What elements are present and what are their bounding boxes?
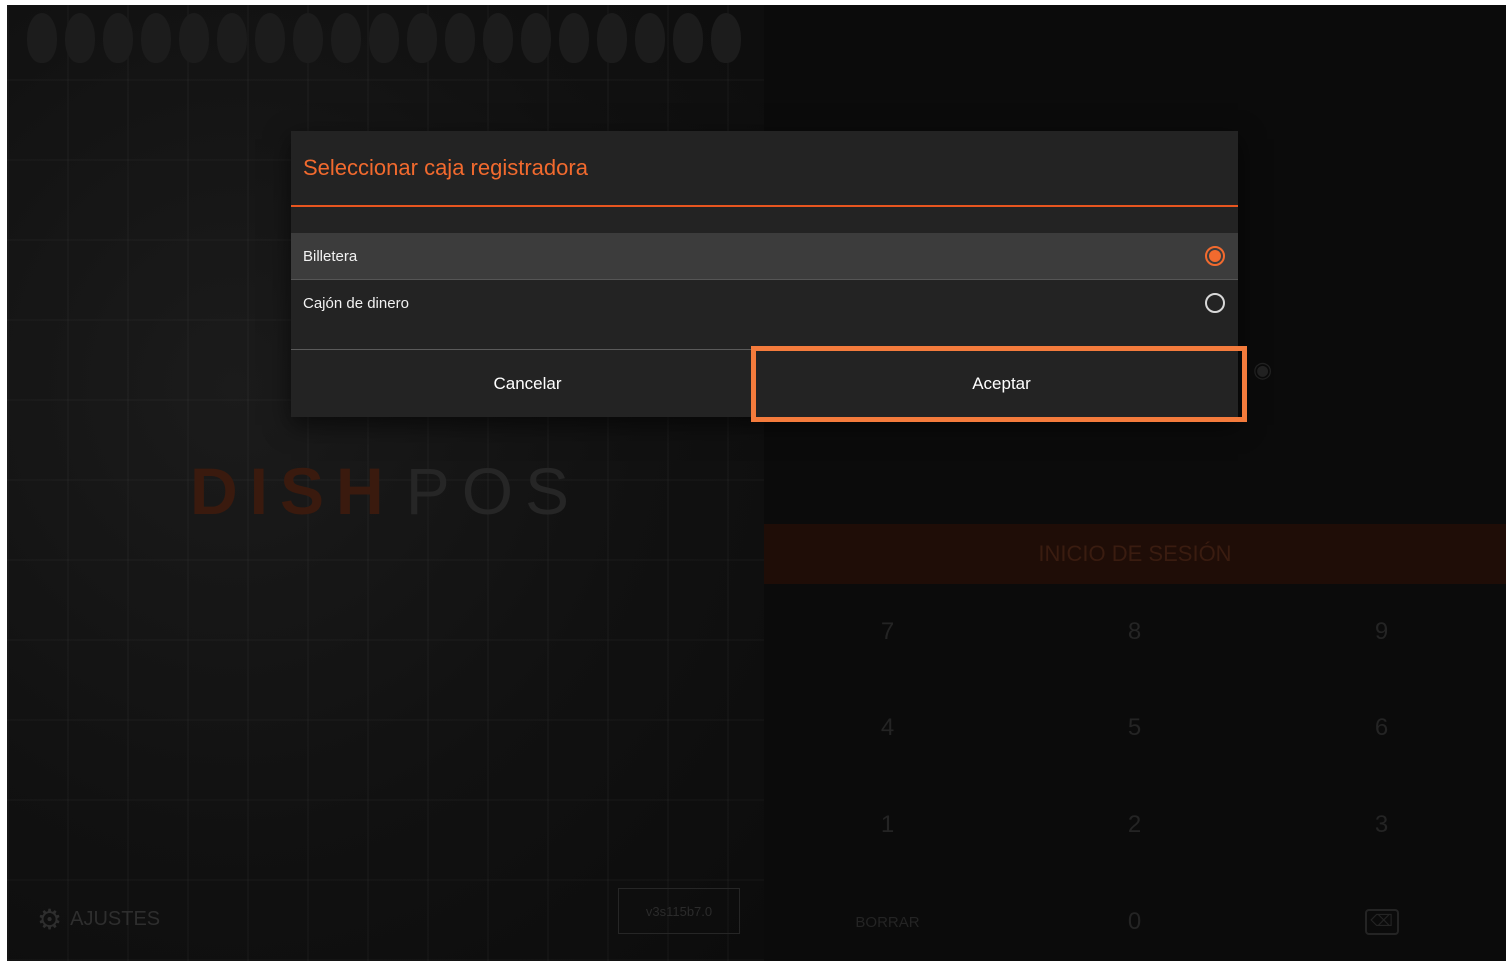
lamp-shape (141, 13, 171, 63)
radio-selected-icon[interactable] (1205, 246, 1225, 266)
radio-unselected-icon[interactable] (1205, 293, 1225, 313)
brand-logo: DISH POS (190, 453, 581, 529)
lamp-shape (407, 13, 437, 63)
lamp-shape (597, 13, 627, 63)
lamp-shape (559, 13, 589, 63)
gear-icon: ⚙ (37, 904, 63, 935)
lamp-shape (293, 13, 323, 63)
brand-dish-text: DISH (190, 454, 396, 528)
lamp-shape (27, 13, 57, 63)
cancel-button[interactable]: Cancelar (291, 350, 764, 417)
keypad-key-5[interactable]: 5 (1011, 680, 1258, 776)
brand-pos-text: POS (405, 454, 582, 528)
lamp-shape (521, 13, 551, 63)
lamp-shape (445, 13, 475, 63)
lamp-shape (179, 13, 209, 63)
lamp-shape (635, 13, 665, 63)
login-header: INICIO DE SESIÓN (764, 524, 1506, 584)
eye-icon[interactable]: ◉ (1253, 357, 1272, 383)
keypad-key-0[interactable]: 0 (1011, 874, 1258, 961)
lamps-decoration (27, 13, 747, 68)
keypad-key-6[interactable]: 6 (1258, 680, 1505, 776)
settings-label: AJUSTES (70, 908, 161, 930)
keypad-key-9[interactable]: 9 (1258, 584, 1505, 680)
option-label: Billetera (303, 247, 358, 265)
lamp-shape (483, 13, 513, 63)
accept-button[interactable]: Aceptar (765, 350, 1238, 417)
settings-button[interactable]: ⚙ AJUSTES (37, 903, 160, 936)
keypad-key-2[interactable]: 2 (1011, 777, 1258, 873)
keypad-key-7[interactable]: 7 (764, 584, 1011, 680)
lamp-shape (217, 13, 247, 63)
lamp-shape (255, 13, 285, 63)
keypad-key-1[interactable]: 1 (764, 777, 1011, 873)
lamp-shape (103, 13, 133, 63)
keypad-key-8[interactable]: 8 (1011, 584, 1258, 680)
option-billetera[interactable]: Billetera (291, 233, 1238, 279)
keypad-key-3[interactable]: 3 (1258, 777, 1505, 873)
backspace-icon: ⌫ (1364, 909, 1399, 935)
option-label: Cajón de dinero (303, 294, 409, 312)
lamp-shape (65, 13, 95, 63)
lamp-shape (369, 13, 399, 63)
title-divider (291, 205, 1238, 207)
lamp-shape (673, 13, 703, 63)
option-cajon-de-dinero[interactable]: Cajón de dinero (291, 280, 1238, 326)
select-register-dialog: Seleccionar caja registradora Billetera … (291, 131, 1238, 417)
keypad-backspace-button[interactable]: ⌫ (1258, 874, 1505, 961)
version-badge: v3s115b7.0 (618, 888, 740, 934)
dialog-title: Seleccionar caja registradora (303, 155, 588, 180)
lamp-shape (331, 13, 361, 63)
pin-keypad: 7 8 9 4 5 6 1 2 3 BORRAR 0 ⌫ (764, 584, 1506, 961)
keypad-clear-button[interactable]: BORRAR (764, 874, 1011, 961)
keypad-key-4[interactable]: 4 (764, 680, 1011, 776)
lamp-shape (711, 13, 741, 63)
